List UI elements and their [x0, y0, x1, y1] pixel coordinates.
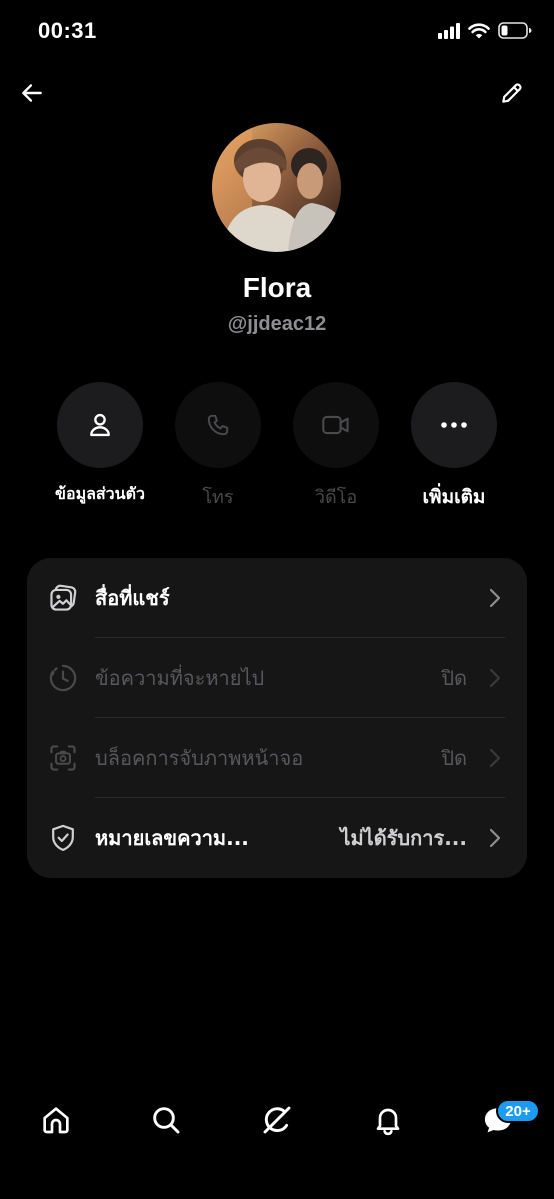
disappearing-messages-value: ปิด: [441, 666, 467, 690]
profile-handle: @jjdeac12: [227, 313, 327, 335]
screenshot-icon: [47, 742, 79, 774]
video-button[interactable]: [293, 382, 379, 468]
tab-search[interactable]: [144, 1098, 188, 1142]
status-time: 00:31: [38, 18, 97, 43]
tab-notifications[interactable]: [366, 1098, 410, 1142]
disappearing-messages-row[interactable]: ข้อความที่จะหายไป ปิด: [27, 638, 527, 718]
more-button[interactable]: [411, 382, 497, 468]
search-icon: [153, 1107, 180, 1134]
phone-icon: [207, 414, 229, 436]
chevron-right-icon: [487, 828, 503, 848]
shared-media-label: สื่อที่แชร์: [95, 586, 170, 610]
video-camera-icon: [322, 415, 349, 435]
notifications-icon: [376, 1108, 400, 1136]
settings-card: สื่อที่แชร์ ข้อความที่จะหายไป ปิด บล็อคก…: [27, 558, 527, 878]
back-button[interactable]: [10, 71, 54, 115]
screenshot-block-row[interactable]: บล็อคการจับภาพหน้าจอ ปิด: [27, 718, 527, 798]
safety-number-row[interactable]: หมายเลขความ... ไม่ได้รับการ...: [27, 798, 527, 878]
wifi-icon: [468, 22, 490, 43]
avatar[interactable]: [212, 123, 341, 252]
timer-icon: [47, 662, 79, 694]
profile-info-button[interactable]: [57, 382, 143, 468]
profile-name: Flora: [242, 272, 312, 303]
battery-icon: [498, 22, 532, 43]
safety-number-label: หมายเลขความ...: [95, 826, 249, 850]
status-icons: [438, 22, 532, 43]
chevron-right-icon: [487, 588, 503, 608]
cellular-signal-icon: [438, 22, 460, 43]
pencil-icon: [502, 83, 522, 103]
more-dots-icon: [441, 422, 467, 428]
call-button[interactable]: [175, 382, 261, 468]
edit-button[interactable]: [490, 71, 534, 115]
profile-info-label: ข้อมูลส่วนตัว: [55, 484, 145, 503]
tab-grok[interactable]: [255, 1098, 299, 1142]
person-icon: [90, 413, 110, 437]
video-action[interactable]: วิดีโอ: [276, 382, 396, 511]
safety-number-value: ไม่ได้รับการ...: [340, 826, 467, 850]
profile-info-action[interactable]: ข้อมูลส่วนตัว: [40, 382, 160, 507]
video-label: วิดีโอ: [314, 487, 358, 508]
shared-media-row[interactable]: สื่อที่แชร์: [27, 558, 527, 638]
chevron-right-icon: [487, 668, 503, 688]
tab-home[interactable]: [34, 1098, 78, 1142]
call-action[interactable]: โทร: [158, 382, 278, 511]
grok-icon: [263, 1106, 291, 1134]
chevron-right-icon: [487, 748, 503, 768]
arrow-left-icon: [22, 84, 42, 102]
disappearing-messages-label: ข้อความที่จะหายไป: [95, 666, 265, 690]
home-icon: [43, 1107, 69, 1134]
status-bar: 00:31: [0, 0, 554, 66]
messages-badge: 20+: [496, 1099, 540, 1123]
screenshot-block-value: ปิด: [441, 746, 467, 770]
more-action[interactable]: เพิ่มเติม: [394, 382, 514, 512]
shield-check-icon: [47, 822, 79, 854]
shared-media-icon: [47, 582, 79, 614]
screenshot-block-label: บล็อคการจับภาพหน้าจอ: [95, 746, 304, 770]
more-label: เพิ่มเติม: [422, 486, 486, 508]
call-label: โทร: [202, 487, 234, 508]
